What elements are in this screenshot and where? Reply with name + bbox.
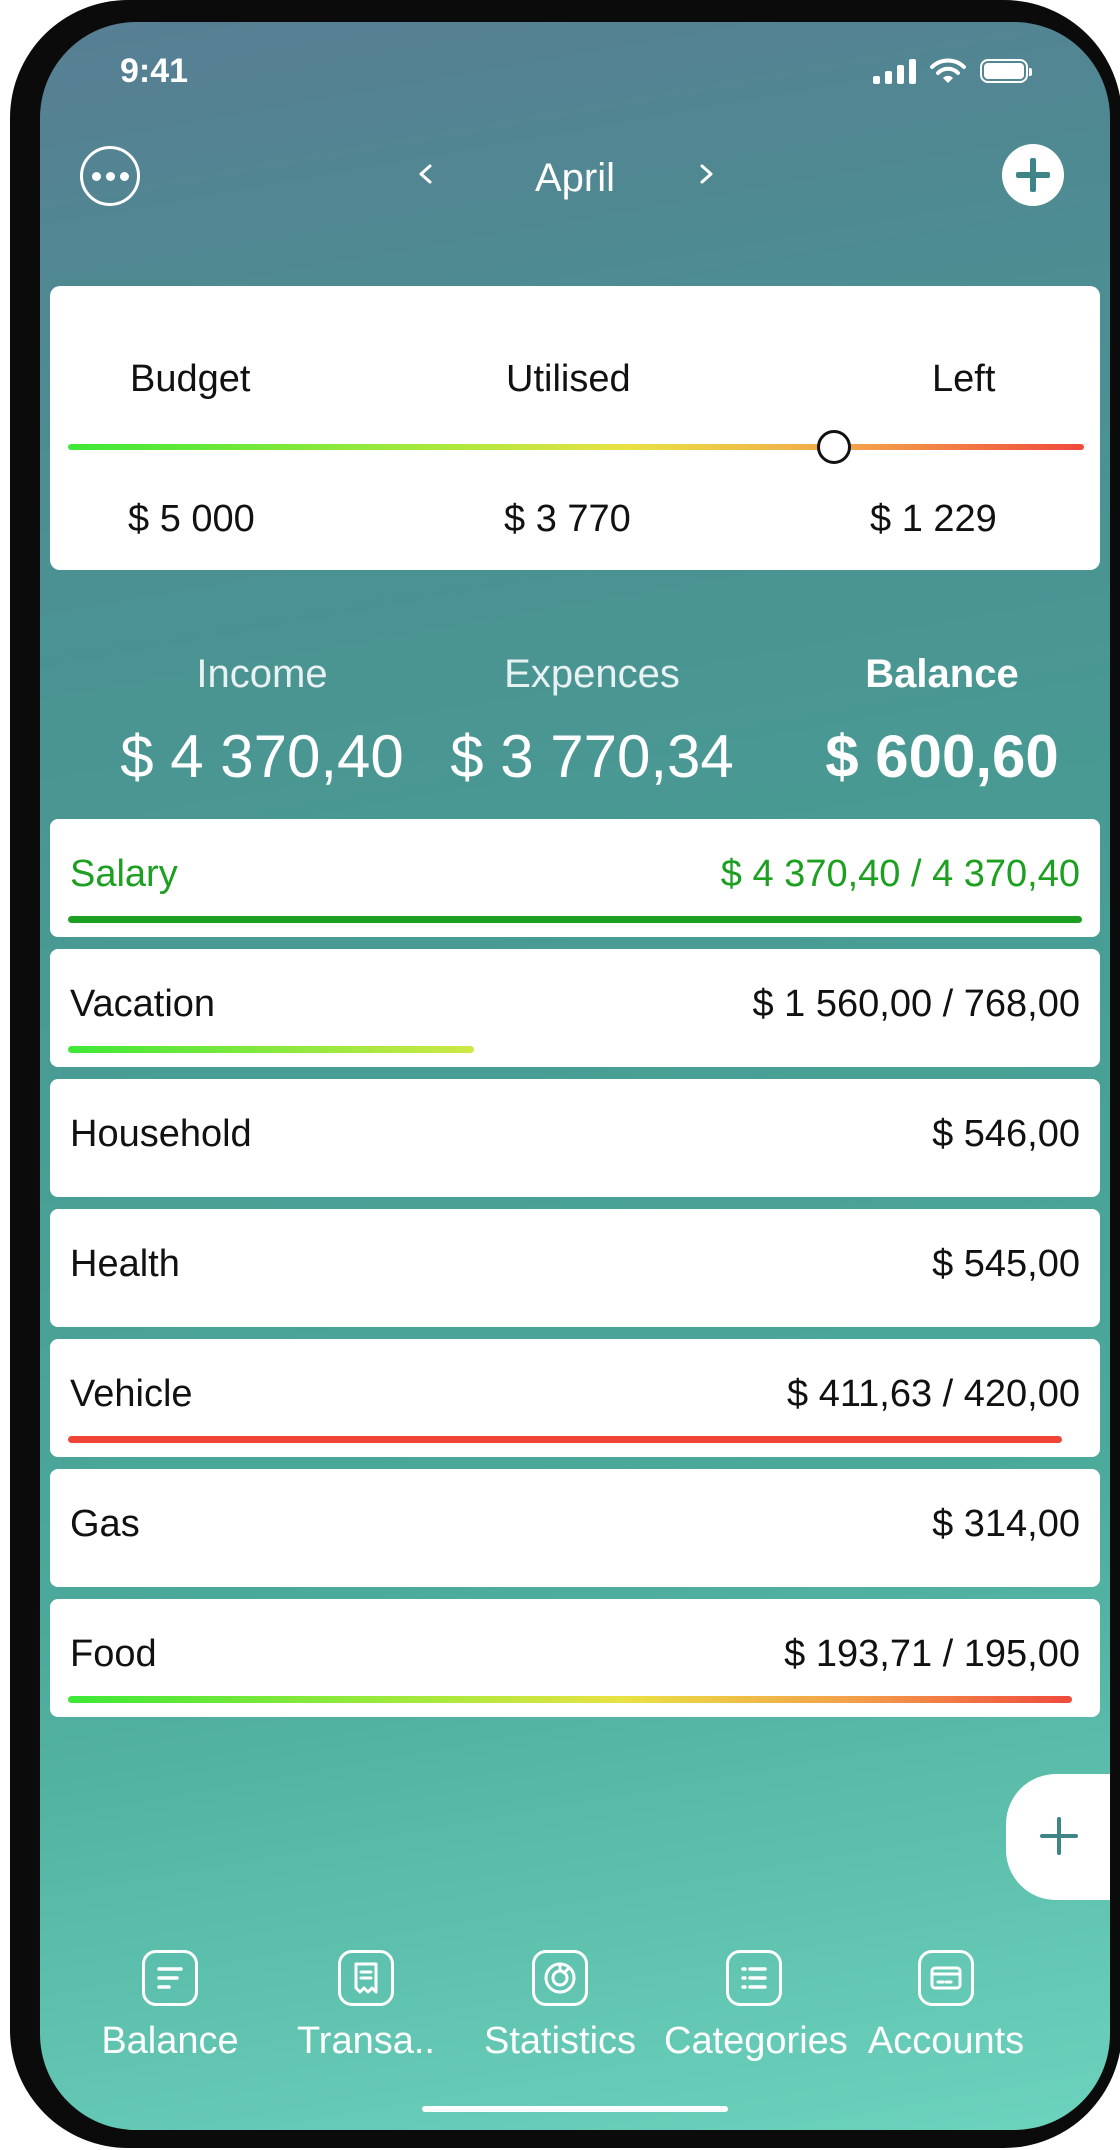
category-row-vehicle[interactable]: Vehicle $ 411,63 / 420,00 [50, 1339, 1100, 1457]
tab-statistics[interactable]: Statistics [470, 1950, 650, 2063]
category-name: Health [70, 1243, 180, 1285]
category-progress-bar [68, 916, 1082, 923]
home-indicator [422, 2106, 728, 2112]
dot-icon [91, 171, 101, 181]
cellular-signal-icon [873, 58, 916, 84]
category-amount: $ 546,00 [932, 1113, 1080, 1155]
expenses-value: $ 3 770,34 [450, 723, 734, 790]
more-options-button[interactable] [80, 146, 140, 206]
dot-icon [105, 171, 115, 181]
tab-label: Categories [664, 2020, 848, 2062]
month-label: April [534, 156, 616, 200]
category-progress-bar [68, 1696, 1072, 1703]
category-row-health[interactable]: Health $ 545,00 [50, 1209, 1100, 1327]
category-row-food[interactable]: Food $ 193,71 / 195,00 [50, 1599, 1100, 1717]
tab-categories[interactable]: Categories [664, 1950, 848, 2063]
app-screen: 9:41 April Budget Utilised Left $ 5 000 … [40, 22, 1110, 2130]
left-value: $ 1 229 [870, 498, 997, 540]
left-label: Left [932, 358, 996, 400]
category-row-gas[interactable]: Gas $ 314,00 [50, 1469, 1100, 1587]
statistics-icon [532, 1950, 588, 2006]
category-amount: $ 411,63 / 420,00 [787, 1373, 1080, 1415]
phone-frame: 9:41 April Budget Utilised Left $ 5 000 … [10, 0, 1120, 2148]
tab-accounts[interactable]: Accounts [856, 1950, 1036, 2063]
category-amount: $ 4 370,40 / 4 370,40 [720, 853, 1080, 895]
budget-value: $ 5 000 [128, 498, 255, 540]
chevron-left-icon[interactable] [416, 164, 436, 184]
status-time: 9:41 [120, 52, 189, 90]
receipt-icon [338, 1950, 394, 2006]
balance-label: Balance [865, 652, 1019, 696]
category-row-household[interactable]: Household $ 546,00 [50, 1079, 1100, 1197]
category-name: Food [70, 1633, 157, 1675]
budget-usage-thumb[interactable] [817, 430, 852, 464]
category-progress-bar [68, 1436, 1062, 1443]
dot-icon [119, 171, 129, 181]
utilised-label: Utilised [506, 358, 631, 400]
tab-label: Transa.. [297, 2020, 435, 2062]
tab-balance[interactable]: Balance [80, 1950, 260, 2063]
tab-label: Balance [101, 2020, 239, 2062]
balance-value: $ 600,60 [825, 723, 1059, 790]
expenses-label: Expences [504, 652, 680, 696]
tab-label: Statistics [483, 2020, 637, 2062]
category-amount: $ 545,00 [932, 1243, 1080, 1285]
budget-label: Budget [130, 358, 251, 400]
tab-label: Accounts [867, 2020, 1025, 2062]
volume-down-button [10, 648, 24, 804]
mute-switch [10, 290, 24, 374]
utilised-value: $ 3 770 [504, 498, 631, 540]
tab-transactions[interactable]: Transa.. [276, 1950, 456, 2063]
chevron-right-icon[interactable] [696, 164, 716, 184]
budget-card: Budget Utilised Left $ 5 000 $ 3 770 $ 1… [50, 286, 1100, 570]
volume-up-button [10, 448, 24, 604]
category-amount: $ 193,71 / 195,00 [784, 1633, 1080, 1675]
budget-usage-track [68, 444, 1084, 450]
income-label: Income [196, 652, 328, 696]
category-name: Vehicle [70, 1373, 193, 1415]
category-progress-bar [68, 1046, 474, 1053]
wifi-icon [930, 58, 966, 83]
category-name: Household [70, 1113, 252, 1155]
category-row-salary[interactable]: Salary $ 4 370,40 / 4 370,40 [50, 819, 1100, 937]
category-name: Gas [70, 1503, 140, 1545]
card-icon [918, 1950, 974, 2006]
category-name: Vacation [70, 983, 216, 1025]
balance-icon [142, 1950, 198, 2006]
battery-icon [980, 59, 1032, 83]
category-amount: $ 314,00 [932, 1503, 1080, 1545]
add-transaction-button[interactable] [1002, 144, 1064, 206]
category-name: Salary [70, 853, 178, 895]
category-row-vacation[interactable]: Vacation $ 1 560,00 / 768,00 [50, 949, 1100, 1067]
list-icon [726, 1950, 782, 2006]
status-icons [873, 58, 1032, 84]
add-category-button[interactable] [1006, 1774, 1110, 1900]
category-amount: $ 1 560,00 / 768,00 [752, 983, 1080, 1025]
